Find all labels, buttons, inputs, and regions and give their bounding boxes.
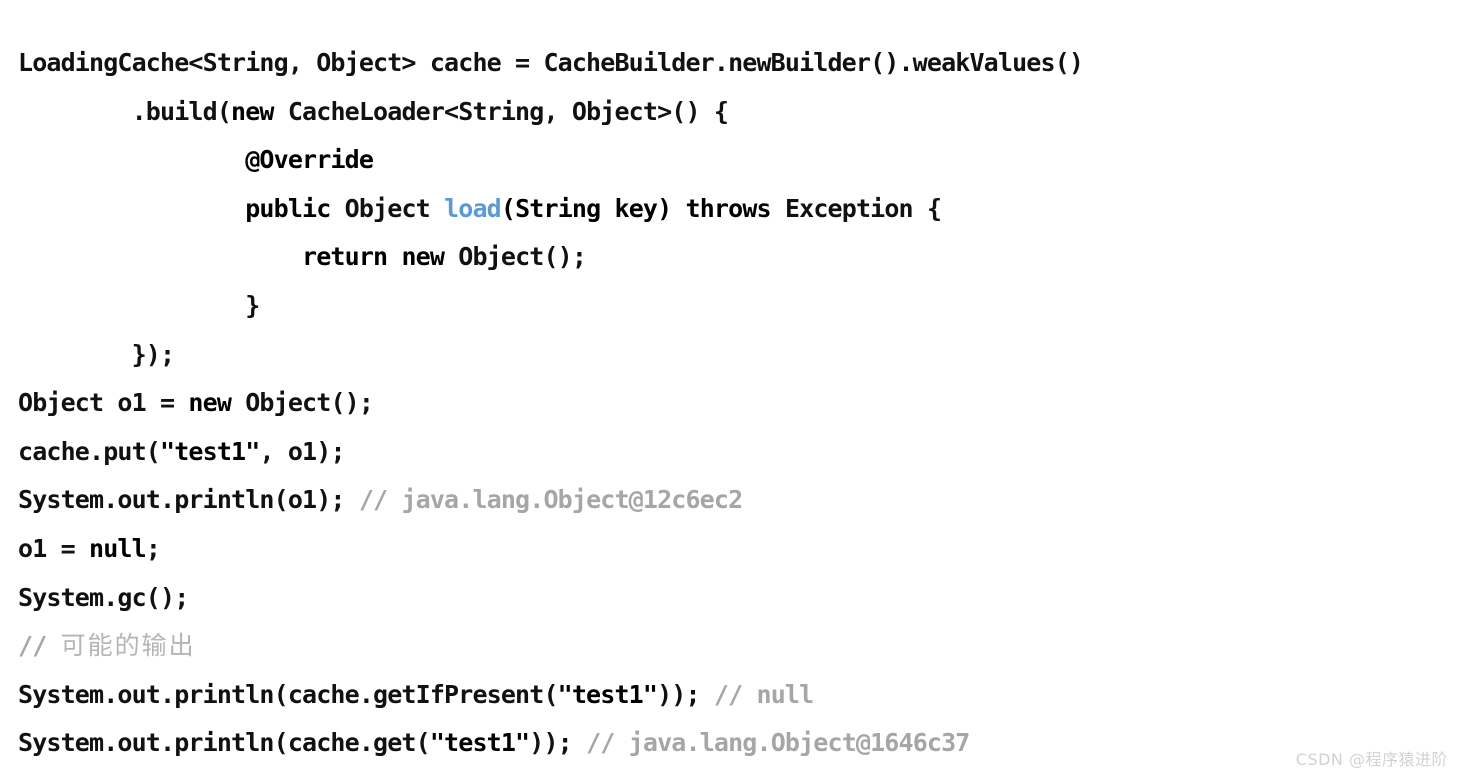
code-token-plain: System.out.println(o1); bbox=[18, 485, 359, 515]
code-token-type: Object bbox=[344, 193, 431, 223]
code-token-keyword: new bbox=[231, 96, 274, 126]
code-token-keyword: public bbox=[245, 193, 331, 223]
code-token-plain: Object o1 = bbox=[18, 388, 189, 418]
code-token-plain: LoadingCache<String, Object> cache = Cac… bbox=[18, 48, 1084, 77]
code-token-plain: )); bbox=[657, 679, 714, 709]
code-token-parameter: String key bbox=[515, 193, 658, 223]
code-token-plain: Object(); bbox=[458, 242, 587, 272]
code-token-comment: // null bbox=[713, 679, 814, 709]
code-token-comment: // bbox=[18, 631, 61, 661]
code-line: // 可能的输出 bbox=[18, 622, 1458, 671]
code-token-plain: CacheLoader<String, Object>() { bbox=[273, 96, 729, 126]
code-token-type: Exception { bbox=[784, 193, 942, 223]
code-block: LoadingCache<String, Object> cache = Cac… bbox=[18, 39, 1458, 768]
code-token-plain: )); bbox=[529, 728, 587, 758]
code-line: System.out.println(cache.getIfPresent("t… bbox=[18, 671, 1458, 720]
code-line: System.gc(); bbox=[18, 574, 1458, 623]
code-token-parameter: ( bbox=[500, 193, 516, 223]
code-line: } bbox=[18, 282, 1458, 331]
code-line: public Object load(String key) throws Ex… bbox=[18, 185, 1458, 234]
code-token-keyword: new bbox=[401, 242, 445, 272]
code-line: @Override bbox=[18, 136, 1458, 185]
code-token-keyword: return bbox=[302, 242, 388, 272]
code-token-comment: // java.lang.Object@1646c37 bbox=[586, 728, 970, 758]
code-screenshot: LoadingCache<String, Object> cache = Cac… bbox=[0, 0, 1466, 778]
csdn-watermark: CSDN @程序猿进阶 bbox=[1295, 750, 1448, 769]
code-token-string: "test1" bbox=[429, 728, 530, 758]
code-line: o1 = null; bbox=[18, 525, 1458, 574]
code-token-comment_cjk: 可能的输出 bbox=[60, 631, 196, 661]
code-line: return new Object(); bbox=[18, 233, 1458, 282]
code-token-plain: .build( bbox=[18, 96, 232, 126]
code-token-plain: System.out.println(cache.get( bbox=[18, 728, 431, 758]
code-line: System.out.println(cache.get("test1")); … bbox=[18, 719, 1458, 768]
code-line: LoadingCache<String, Object> cache = Cac… bbox=[18, 39, 1458, 88]
code-token-plain: } bbox=[18, 290, 260, 320]
code-token-plain: o1 = bbox=[18, 533, 90, 563]
code-line: cache.put("test1", o1); bbox=[18, 428, 1458, 477]
code-token-plain: Object(); bbox=[231, 388, 374, 418]
code-line: .build(new CacheLoader<String, Object>()… bbox=[18, 88, 1458, 137]
code-token-plain: System.gc(); bbox=[18, 582, 189, 612]
code-line: System.out.println(o1); // java.lang.Obj… bbox=[18, 476, 1458, 525]
code-token-plain: }); bbox=[18, 339, 175, 369]
code-token-keyword: throws bbox=[685, 193, 772, 223]
code-line: }); bbox=[18, 331, 1458, 380]
code-token-string: "test1" bbox=[160, 436, 260, 466]
code-token-plain: , o1); bbox=[259, 436, 345, 466]
code-token-plain: cache.put( bbox=[18, 436, 161, 466]
code-token-plain: System.out.println(cache.getIfPresent( bbox=[18, 679, 559, 709]
code-token-keyword: null bbox=[89, 533, 147, 563]
code-token-parameter: ) bbox=[657, 193, 672, 223]
code-token-annotation: @Override bbox=[245, 145, 374, 175]
code-token-keyword: new bbox=[188, 388, 232, 418]
code-token-string: "test1" bbox=[557, 679, 658, 709]
code-token-plain: ; bbox=[145, 533, 161, 563]
code-line: Object o1 = new Object(); bbox=[18, 379, 1458, 428]
code-token-method: load bbox=[444, 193, 502, 223]
code-token-comment: // java.lang.Object@12c6ec2 bbox=[358, 485, 743, 515]
